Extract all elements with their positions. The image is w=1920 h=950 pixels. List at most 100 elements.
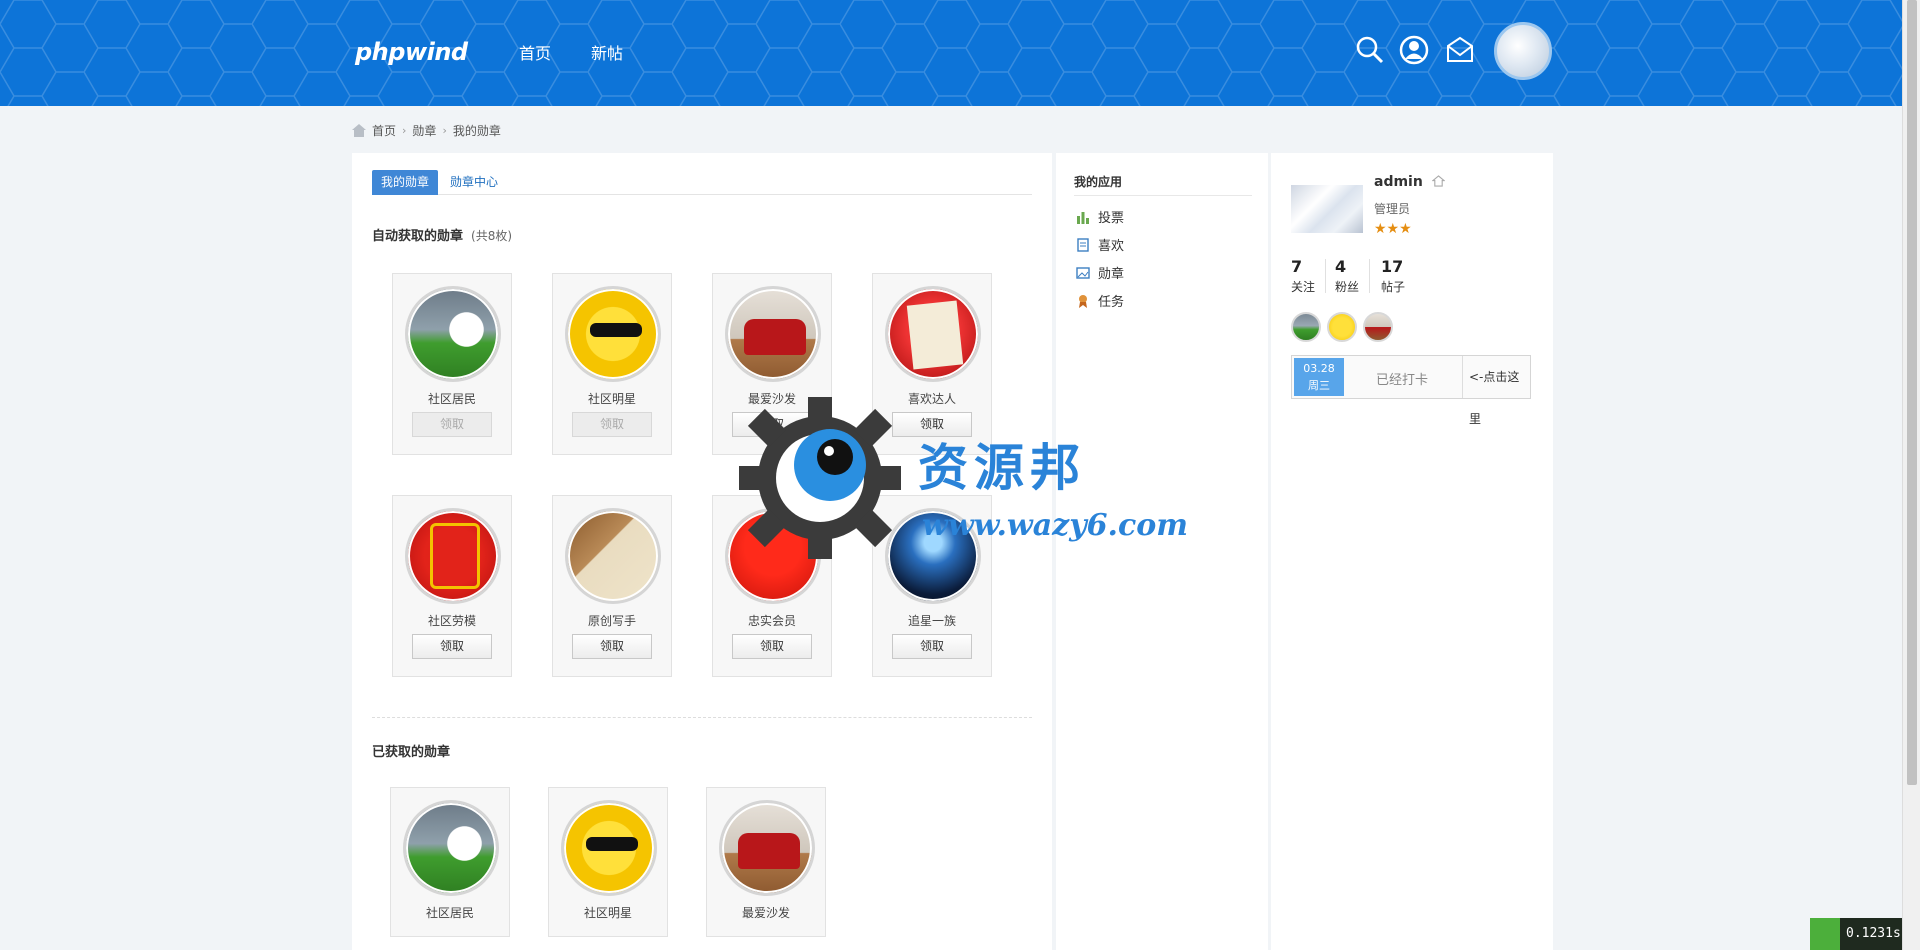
- medal-laborer-icon: [405, 508, 501, 604]
- checkin-hint[interactable]: <-点击这里: [1462, 356, 1530, 426]
- app-label: 投票: [1098, 211, 1125, 226]
- home-icon[interactable]: [1431, 175, 1446, 187]
- sofa-shape: [738, 833, 800, 869]
- search-icon[interactable]: [1354, 34, 1386, 66]
- breadcrumb-separator-icon: ›: [402, 124, 407, 137]
- image-icon: [1076, 266, 1090, 279]
- medal-card: 社区劳模 领取: [392, 495, 512, 677]
- stat-followers[interactable]: 4 粉丝: [1335, 257, 1359, 295]
- breadcrumb-separator-icon: ›: [442, 124, 447, 137]
- bar-chart-icon: [1077, 211, 1089, 224]
- breadcrumb: 首页 › 勋章 › 我的勋章: [352, 122, 501, 139]
- user-name-text: admin: [1374, 174, 1423, 190]
- claim-button[interactable]: 领取: [412, 412, 492, 437]
- claim-button[interactable]: 领取: [412, 634, 492, 659]
- user-name[interactable]: admin: [1374, 174, 1446, 190]
- claim-button[interactable]: 领取: [732, 634, 812, 659]
- breadcrumb-current: 我的勋章: [452, 124, 501, 138]
- checkin-status: 已经打卡: [1376, 373, 1429, 388]
- stat-posts[interactable]: 17 帖子: [1381, 257, 1405, 295]
- owned-section-title: 已获取的勋章: [372, 745, 451, 760]
- mail-icon[interactable]: [1444, 34, 1476, 66]
- top-header: phpwind 首页 新帖: [0, 0, 1902, 106]
- medal-writer-icon: [565, 508, 661, 604]
- stat-label: 关注: [1291, 280, 1316, 294]
- app-item-like[interactable]: 喜欢: [1076, 235, 1124, 254]
- medal-star-icon: [561, 800, 657, 896]
- sofa-shape: [744, 319, 806, 355]
- sunglasses-shape: [590, 323, 642, 337]
- site-logo[interactable]: phpwind: [355, 38, 468, 66]
- sunglasses-shape: [586, 837, 638, 851]
- stat-number: 17: [1381, 257, 1404, 276]
- medal-name: 社区劳模: [427, 614, 476, 628]
- scrollbar-thumb[interactable]: [1907, 0, 1917, 785]
- breadcrumb-medal[interactable]: 勋章: [412, 122, 436, 139]
- checkin-date: 03.28 周三: [1294, 358, 1344, 396]
- user-avatar[interactable]: [1291, 185, 1363, 233]
- medal-name: 原创写手: [587, 614, 636, 628]
- mini-medal-sofa-icon[interactable]: [1363, 312, 1393, 342]
- checkin-weekday: 周三: [1308, 379, 1330, 392]
- stat-label: 帖子: [1381, 280, 1406, 294]
- checkin-widget[interactable]: 03.28 周三 已经打卡 <-点击这里: [1291, 355, 1531, 426]
- timer-logo-icon: [1810, 918, 1840, 950]
- medal-name: 社区居民: [425, 906, 474, 920]
- ribbon-icon: [1079, 294, 1087, 308]
- user-role: 管理员: [1374, 202, 1411, 216]
- owned-medal-card: 社区居民: [390, 787, 510, 937]
- medal-resident-icon: [403, 800, 499, 896]
- my-apps-title: 我的应用: [1074, 175, 1123, 189]
- breadcrumb-home[interactable]: 首页: [372, 122, 396, 139]
- auto-section-count: (共8枚): [471, 229, 513, 243]
- stat-following[interactable]: 7 关注: [1291, 257, 1315, 295]
- render-timer: 0.1231s: [1810, 918, 1902, 950]
- user-rank-stars: ★★★: [1374, 221, 1412, 237]
- medal-star-icon: [565, 286, 661, 382]
- my-apps-divider: [1074, 195, 1252, 196]
- home-icon[interactable]: [352, 124, 366, 137]
- app-item-vote[interactable]: 投票: [1076, 207, 1124, 226]
- mini-medal-star-icon[interactable]: [1327, 312, 1357, 342]
- app-item-medal[interactable]: 勋章: [1076, 263, 1124, 282]
- nav-home[interactable]: 首页: [519, 40, 551, 64]
- app-label: 勋章: [1098, 267, 1125, 282]
- claim-button[interactable]: 领取: [572, 634, 652, 659]
- main-panel: 我的勋章 勋章中心 自动获取的勋章 (共8枚) 社区居民 领取 社区明星 领取 最…: [352, 153, 1052, 950]
- claim-button[interactable]: 领取: [892, 634, 972, 659]
- medal-name: 追星一族: [907, 614, 956, 628]
- app-label: 任务: [1098, 295, 1125, 310]
- banner-shape: [430, 523, 480, 589]
- medal-sofa-icon: [725, 286, 821, 382]
- medal-name: 忠实会员: [747, 614, 796, 628]
- nav-new-posts[interactable]: 新帖: [591, 40, 623, 64]
- watermark-url: www.wazy6.com: [922, 508, 1188, 543]
- medal-card: 社区明星 领取: [552, 273, 672, 455]
- app-label: 喜欢: [1098, 239, 1125, 254]
- user-profile-panel: admin 管理员 ★★★ 7 关注 4 粉丝 17 帖子 03.28 周三 已…: [1271, 153, 1553, 950]
- owned-medal-card: 最爱沙发: [706, 787, 826, 937]
- app-item-task[interactable]: 任务: [1076, 291, 1124, 310]
- header-hex-pattern: [0, 0, 1902, 106]
- claim-button[interactable]: 领取: [572, 412, 652, 437]
- medal-card: 原创写手 领取: [552, 495, 672, 677]
- medal-name: 社区居民: [427, 392, 476, 406]
- checkin-day: 03.28: [1303, 362, 1335, 375]
- tab-my-medals[interactable]: 我的勋章: [372, 170, 439, 195]
- stat-number: 4: [1335, 257, 1347, 276]
- stat-divider: [1325, 259, 1326, 293]
- mini-medal-resident-icon[interactable]: [1291, 312, 1321, 342]
- user-icon[interactable]: [1398, 34, 1430, 66]
- medal-card: 社区居民 领取: [392, 273, 512, 455]
- my-apps-panel: 我的应用 投票 喜欢 勋章 任务: [1056, 153, 1268, 950]
- medal-tabs: 我的勋章 勋章中心: [372, 170, 1032, 195]
- watermark-gear-eye-icon: [739, 397, 901, 559]
- page-scrollbar[interactable]: [1902, 0, 1920, 950]
- timer-value: 0.1231s: [1846, 926, 1901, 941]
- header-avatar[interactable]: [1494, 22, 1552, 80]
- medal-like-icon: [885, 286, 981, 382]
- tab-medal-center[interactable]: 勋章中心: [450, 170, 498, 195]
- stat-number: 7: [1291, 257, 1303, 276]
- document-icon: [1077, 237, 1089, 252]
- auto-section-title: 自动获取的勋章 (共8枚): [372, 225, 512, 244]
